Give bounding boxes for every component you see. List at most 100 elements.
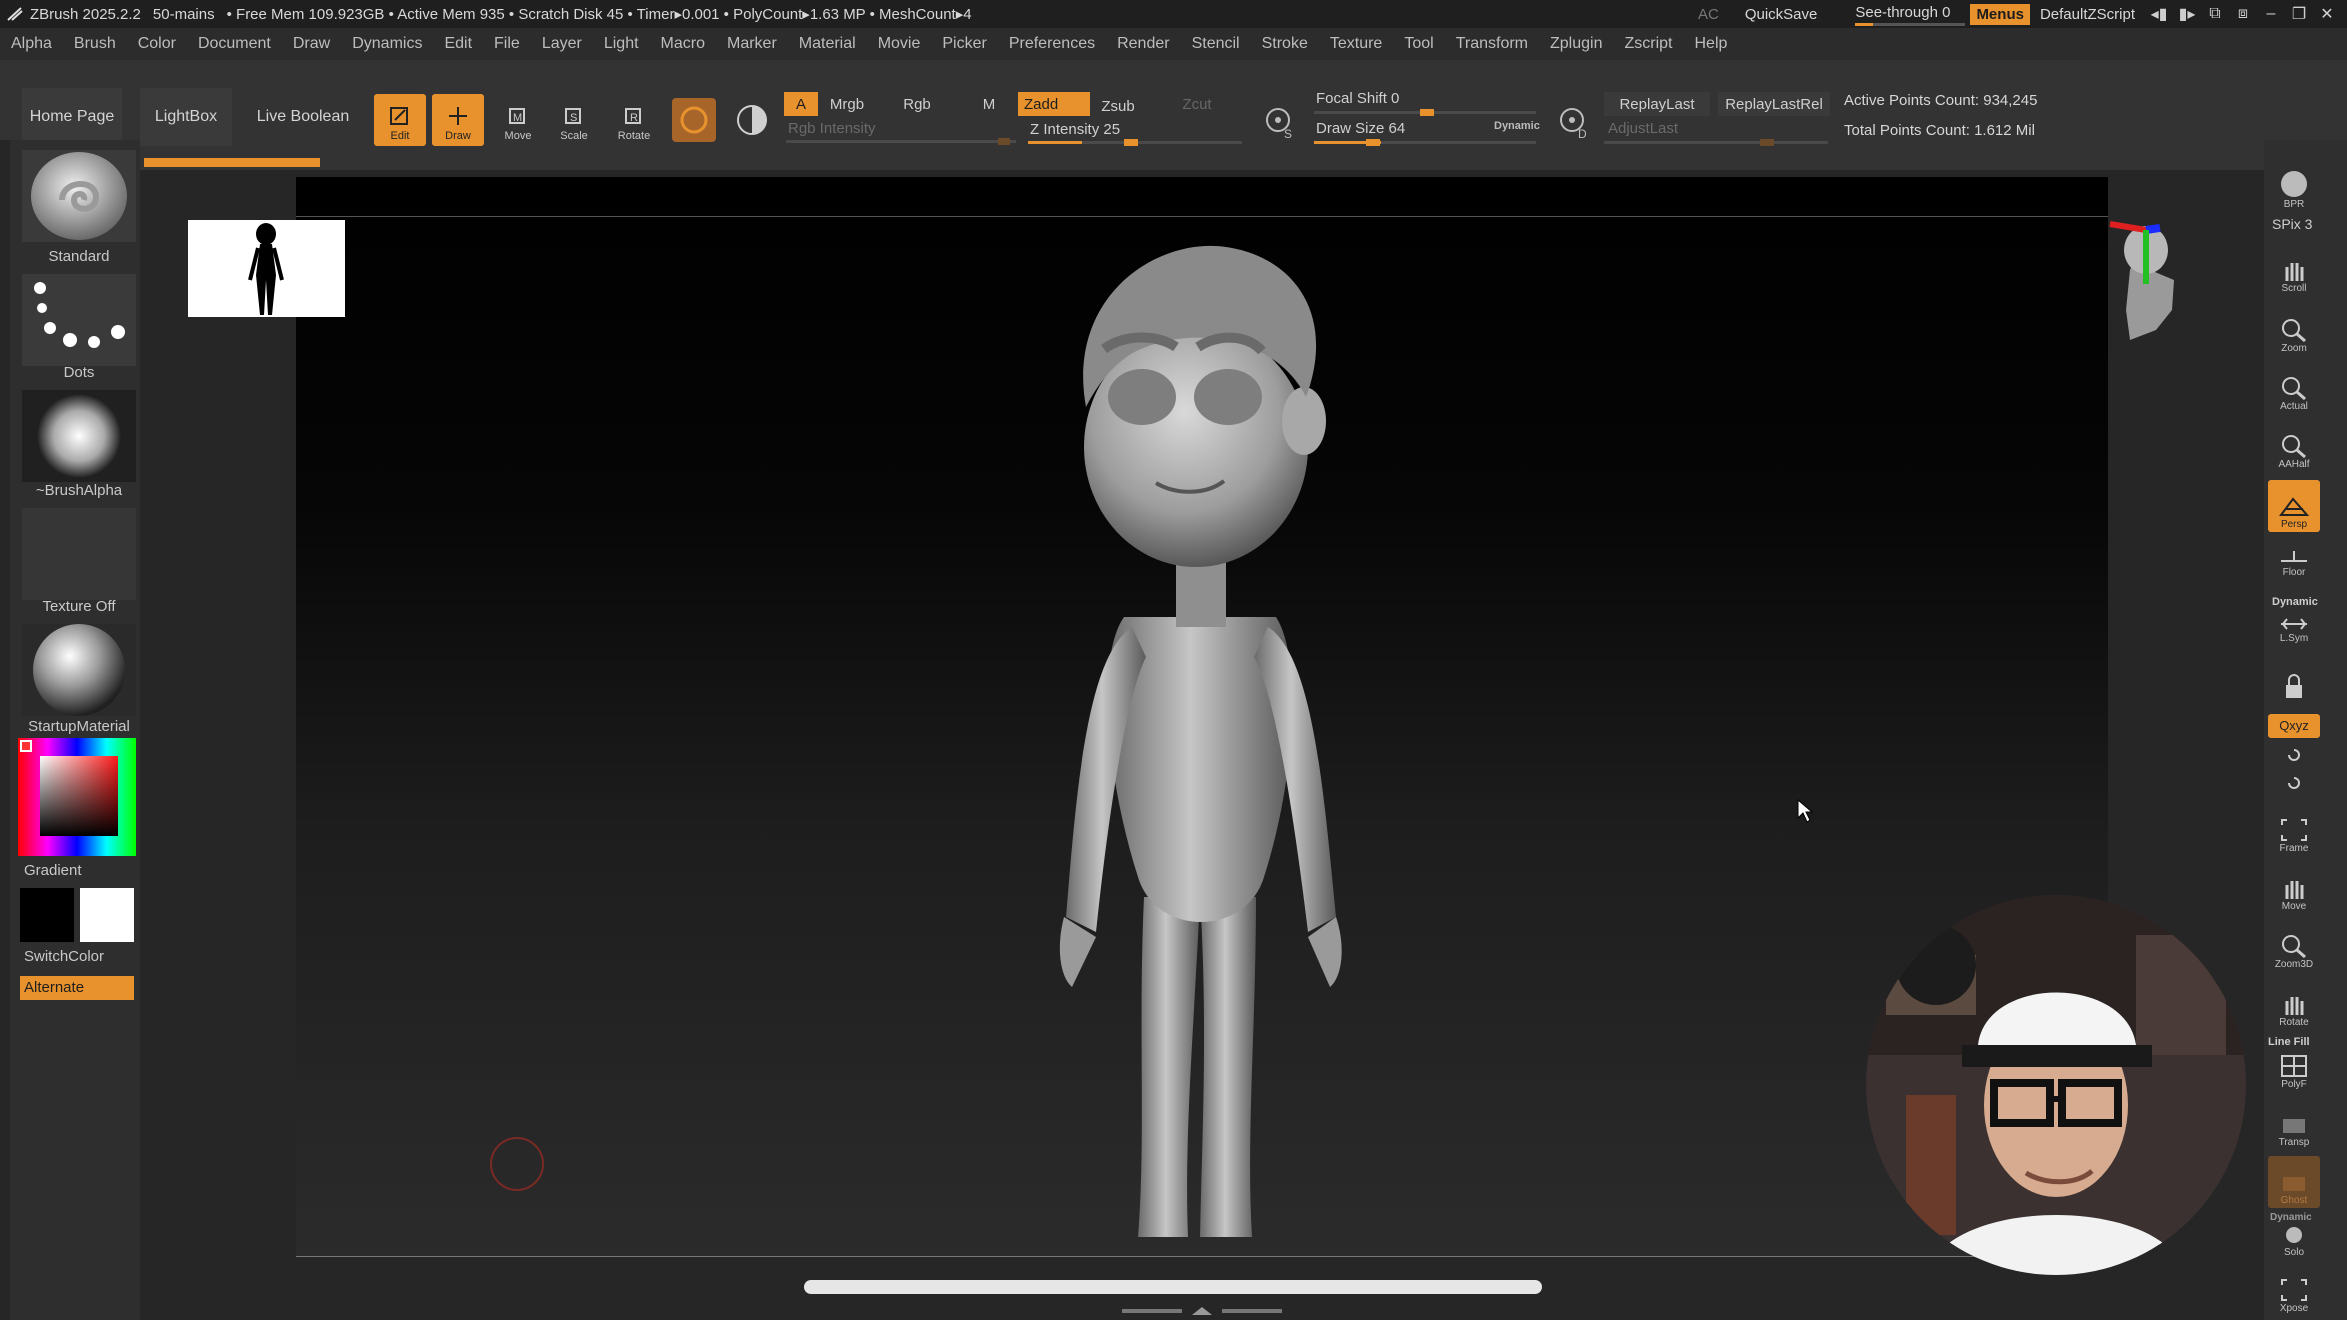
menu-material[interactable]: Material (788, 35, 867, 53)
menu-preferences[interactable]: Preferences (998, 35, 1106, 53)
frame-button[interactable]: Frame (2268, 804, 2320, 856)
menu-marker[interactable]: Marker (716, 35, 788, 53)
xpose-button[interactable]: Xpose (2268, 1268, 2320, 1316)
draw-mode-button[interactable]: Draw (432, 94, 484, 146)
brush-selector[interactable] (22, 150, 136, 242)
stroke-selector[interactable] (22, 274, 136, 366)
layout-next-icon[interactable]: ▮▸ (2173, 4, 2201, 24)
menu-file[interactable]: File (483, 35, 531, 53)
menu-zplugin[interactable]: Zplugin (1539, 35, 1613, 53)
material-selector[interactable] (22, 624, 136, 716)
alpha-selector[interactable] (22, 390, 136, 482)
menu-zscript[interactable]: Zscript (1613, 35, 1683, 53)
move-view-button[interactable]: Move (2268, 862, 2320, 914)
actual-button[interactable]: Actual (2268, 362, 2320, 414)
default-zscript-button[interactable]: DefaultZScript (2040, 6, 2135, 23)
orientation-gizmo[interactable] (2086, 210, 2206, 370)
sculptris-pro-button[interactable] (672, 98, 716, 142)
polyframe-button[interactable]: PolyF (2268, 1040, 2320, 1092)
draw-size-label: Draw Size 64 (1316, 120, 1406, 137)
menus-toggle-button[interactable]: Menus (1970, 3, 2030, 25)
navigator-thumbnail[interactable] (188, 220, 345, 317)
menu-light[interactable]: Light (593, 35, 650, 53)
alternate-button[interactable]: Alternate (20, 976, 134, 1000)
secondary-color-swatch[interactable] (80, 888, 134, 942)
scale-mode-button[interactable]: S Scale (548, 94, 600, 146)
edit-mode-button[interactable]: Edit (374, 94, 426, 146)
menu-draw[interactable]: Draw (282, 35, 341, 53)
lock-button[interactable] (2268, 660, 2320, 704)
switch-color-button[interactable]: SwitchColor (24, 948, 138, 965)
rotate-mode-button[interactable]: R Rotate (608, 94, 660, 146)
transparency-button[interactable]: Transp (2268, 1098, 2320, 1150)
maximize-icon[interactable]: ❐ (2285, 4, 2313, 24)
menu-dynamics[interactable]: Dynamics (341, 35, 433, 53)
window-float-icon[interactable]: ⧈ (2229, 5, 2257, 23)
draw-size-slider[interactable] (1314, 141, 1536, 144)
rgb-button[interactable]: Rgb (892, 92, 942, 116)
replay-last-button[interactable]: ReplayLast (1604, 92, 1710, 116)
a-toggle-button[interactable]: A (784, 92, 818, 116)
spix-slider[interactable]: SPix 3 (2272, 216, 2312, 232)
menu-tool[interactable]: Tool (1393, 35, 1444, 53)
move-mode-button[interactable]: M Move (492, 94, 544, 146)
zoom-button[interactable]: Zoom (2268, 304, 2320, 356)
window-tile-icon[interactable]: ⧉ (2201, 5, 2229, 23)
home-page-button[interactable]: Home Page (22, 88, 122, 146)
menu-layer[interactable]: Layer (531, 35, 593, 53)
rgb-intensity-slider[interactable] (786, 140, 1016, 143)
menu-movie[interactable]: Movie (867, 35, 932, 53)
left-tray-handle[interactable] (0, 140, 10, 1320)
local-symmetry-button[interactable]: L.Sym (2268, 606, 2320, 646)
m-button[interactable]: M (972, 92, 1006, 116)
layout-prev-icon[interactable]: ◂▮ (2145, 4, 2173, 24)
color-picker[interactable] (18, 738, 136, 856)
menu-stroke[interactable]: Stroke (1251, 35, 1319, 53)
adjust-last-slider[interactable] (1604, 141, 1828, 144)
texture-selector[interactable] (22, 508, 136, 600)
zoom3d-button[interactable]: Zoom3D (2268, 920, 2320, 972)
zsub-button[interactable]: Zsub (1096, 94, 1140, 118)
horizontal-scrollbar[interactable] (804, 1280, 1542, 1294)
dynamic-size-toggle[interactable]: Dynamic (1494, 120, 1540, 132)
menu-brush[interactable]: Brush (63, 35, 127, 53)
viewport-canvas[interactable] (296, 177, 2108, 1257)
solo-button[interactable]: Solo (2268, 1216, 2320, 1260)
mrgb-button[interactable]: Mrgb (822, 92, 872, 116)
menu-macro[interactable]: Macro (650, 35, 716, 53)
y-rotate-button[interactable] (2268, 744, 2320, 768)
lazy-mouse-button[interactable]: S (1260, 102, 1300, 142)
see-through-slider[interactable]: See-through 0 (1855, 4, 1966, 26)
xyz-rotate-button[interactable]: Qxyz (2268, 714, 2320, 738)
close-icon[interactable]: ✕ (2313, 4, 2341, 24)
primary-color-swatch[interactable] (20, 888, 74, 942)
rotate-view-button[interactable]: Rotate (2268, 978, 2320, 1030)
floor-button[interactable]: Floor (2268, 540, 2320, 580)
scroll-button[interactable]: Scroll (2268, 244, 2320, 296)
minimize-icon[interactable]: – (2257, 5, 2285, 23)
zcut-button[interactable]: Zcut (1176, 92, 1218, 116)
bottom-tray-handle-icon[interactable] (1122, 1306, 1282, 1316)
bpr-button[interactable]: BPR (2268, 160, 2320, 212)
live-boolean-button[interactable]: Live Boolean (250, 88, 356, 146)
replay-last-rel-button[interactable]: ReplayLastRel (1718, 92, 1830, 116)
menu-picker[interactable]: Picker (931, 35, 997, 53)
gizmo-toggle-button[interactable] (730, 98, 774, 142)
dynamic-brush-button[interactable]: D (1554, 102, 1594, 142)
menu-transform[interactable]: Transform (1445, 35, 1539, 53)
aahalf-button[interactable]: AAHalf (2268, 420, 2320, 472)
menu-render[interactable]: Render (1106, 35, 1180, 53)
menu-edit[interactable]: Edit (433, 35, 483, 53)
quicksave-button[interactable]: QuickSave (1745, 6, 1818, 23)
menu-stencil[interactable]: Stencil (1181, 35, 1251, 53)
menu-color[interactable]: Color (127, 35, 187, 53)
menu-alpha[interactable]: Alpha (0, 35, 63, 53)
perspective-button[interactable]: Persp (2268, 480, 2320, 532)
menu-texture[interactable]: Texture (1319, 35, 1393, 53)
menu-help[interactable]: Help (1683, 35, 1738, 53)
zadd-button[interactable]: Zadd (1018, 92, 1090, 116)
ghost-button[interactable]: Ghost (2268, 1156, 2320, 1208)
z-rotate-button[interactable] (2268, 772, 2320, 796)
lightbox-button[interactable]: LightBox (140, 88, 232, 146)
menu-document[interactable]: Document (187, 35, 282, 53)
